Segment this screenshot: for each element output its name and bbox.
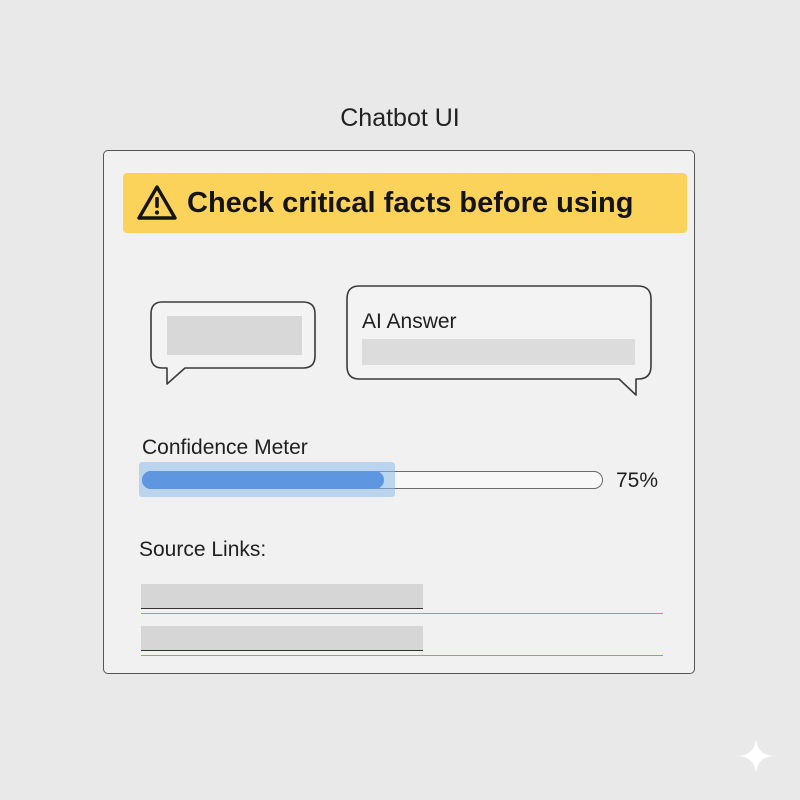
app-title: Chatbot UI — [340, 104, 460, 132]
source-link[interactable] — [141, 584, 423, 609]
ai-answer-title: AI Answer — [362, 310, 457, 333]
source-link-underline — [141, 655, 663, 656]
source-links-title: Source Links: — [139, 538, 267, 561]
warning-text: Check critical facts before using — [187, 186, 634, 219]
warning-banner: Check critical facts before using — [123, 173, 687, 233]
confidence-value: 75% — [616, 469, 659, 492]
source-link-underline — [141, 613, 663, 614]
warning-triangle-icon — [137, 185, 177, 220]
source-link[interactable] — [141, 626, 423, 651]
sparkle-icon — [739, 739, 773, 773]
user-message-text — [167, 316, 302, 355]
confidence-fill — [142, 471, 384, 489]
ai-answer-text — [362, 339, 635, 365]
confidence-label: Confidence Meter — [142, 436, 308, 459]
chatbot-window: Check critical facts before using AI Ans… — [103, 150, 695, 674]
